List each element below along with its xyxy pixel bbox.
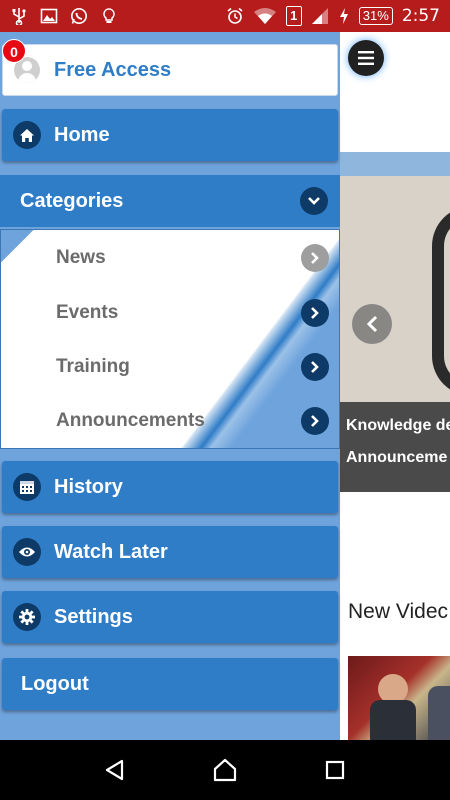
slide-image bbox=[432, 206, 450, 396]
chevron-right-icon bbox=[301, 299, 329, 327]
chevron-left-icon bbox=[366, 315, 378, 333]
category-item-training[interactable]: Training bbox=[1, 340, 339, 394]
slider-caption[interactable]: Knowledge de Announceme bbox=[340, 402, 450, 492]
drawer-item-settings-label: Settings bbox=[54, 605, 133, 628]
back-icon bbox=[105, 759, 124, 781]
calendar-icon bbox=[13, 473, 41, 501]
sim-icon: 1 bbox=[285, 6, 302, 26]
home-icon bbox=[13, 121, 41, 149]
drawer-item-logout[interactable]: Logout bbox=[2, 658, 338, 710]
hamburger-icon bbox=[358, 51, 374, 65]
wifi-icon bbox=[253, 8, 276, 24]
status-bar: 1 31% 2:57 bbox=[0, 0, 450, 32]
featured-slider[interactable]: Knowledge de Announceme bbox=[340, 176, 450, 492]
slider-prev-button[interactable] bbox=[352, 304, 392, 344]
drawer-item-home[interactable]: Home bbox=[2, 109, 338, 161]
category-label: News bbox=[56, 247, 106, 268]
category-label: Announcements bbox=[56, 410, 205, 431]
categories-submenu: News Events Training Announcements bbox=[0, 229, 340, 449]
profile-item[interactable]: Free Access bbox=[2, 44, 338, 96]
drawer-item-home-label: Home bbox=[54, 123, 110, 146]
category-label: Training bbox=[56, 356, 130, 377]
system-nav-bar bbox=[0, 740, 450, 800]
gear-icon bbox=[13, 603, 41, 631]
charging-icon bbox=[339, 8, 348, 24]
new-videos-heading: New Videc bbox=[348, 600, 448, 623]
drawer-item-watch-later-label: Watch Later bbox=[54, 540, 168, 563]
drawer-item-settings[interactable]: Settings bbox=[2, 591, 338, 643]
clock: 2:57 bbox=[401, 6, 440, 26]
content-band bbox=[340, 152, 450, 176]
nav-back-button[interactable] bbox=[95, 750, 135, 790]
navigation-drawer: Free Access 0 Home Categories News Event… bbox=[0, 32, 340, 740]
battery-level: 31% bbox=[358, 7, 393, 25]
nav-home-button[interactable] bbox=[205, 750, 245, 790]
home-nav-icon bbox=[213, 758, 237, 782]
chevron-right-icon bbox=[301, 353, 329, 381]
chevron-right-icon bbox=[301, 407, 329, 435]
video-thumbnail[interactable] bbox=[348, 656, 450, 740]
alarm-icon bbox=[227, 7, 243, 24]
slider-caption-line2: Announceme bbox=[346, 449, 448, 466]
usb-icon bbox=[12, 8, 26, 25]
drawer-item-history[interactable]: History bbox=[2, 461, 338, 513]
chevron-right-icon bbox=[301, 244, 329, 272]
notification-badge: 0 bbox=[2, 39, 26, 63]
drawer-item-categories[interactable]: Categories bbox=[0, 175, 340, 227]
profile-label: Free Access bbox=[54, 58, 172, 81]
slider-caption-line1: Knowledge de bbox=[346, 417, 450, 434]
category-item-events[interactable]: Events bbox=[1, 286, 339, 340]
category-item-news[interactable]: News bbox=[1, 231, 339, 285]
recents-icon bbox=[325, 760, 345, 780]
whatsapp-icon bbox=[71, 8, 87, 24]
drawer-item-history-label: History bbox=[54, 475, 123, 498]
category-item-announcements[interactable]: Announcements bbox=[1, 394, 339, 448]
categories-label: Categories bbox=[20, 189, 124, 212]
chevron-down-icon bbox=[300, 187, 328, 215]
category-label: Events bbox=[56, 302, 119, 323]
nav-recents-button[interactable] bbox=[315, 750, 355, 790]
main-content: Knowledge de Announceme New Videc bbox=[340, 32, 450, 740]
drawer-item-watch-later[interactable]: Watch Later bbox=[2, 526, 338, 578]
signal-icon bbox=[311, 8, 328, 24]
lightbulb-icon bbox=[103, 8, 115, 23]
eye-icon bbox=[13, 538, 41, 566]
drawer-item-logout-label: Logout bbox=[21, 672, 89, 695]
menu-toggle-button[interactable] bbox=[348, 40, 384, 76]
image-icon bbox=[40, 8, 58, 24]
